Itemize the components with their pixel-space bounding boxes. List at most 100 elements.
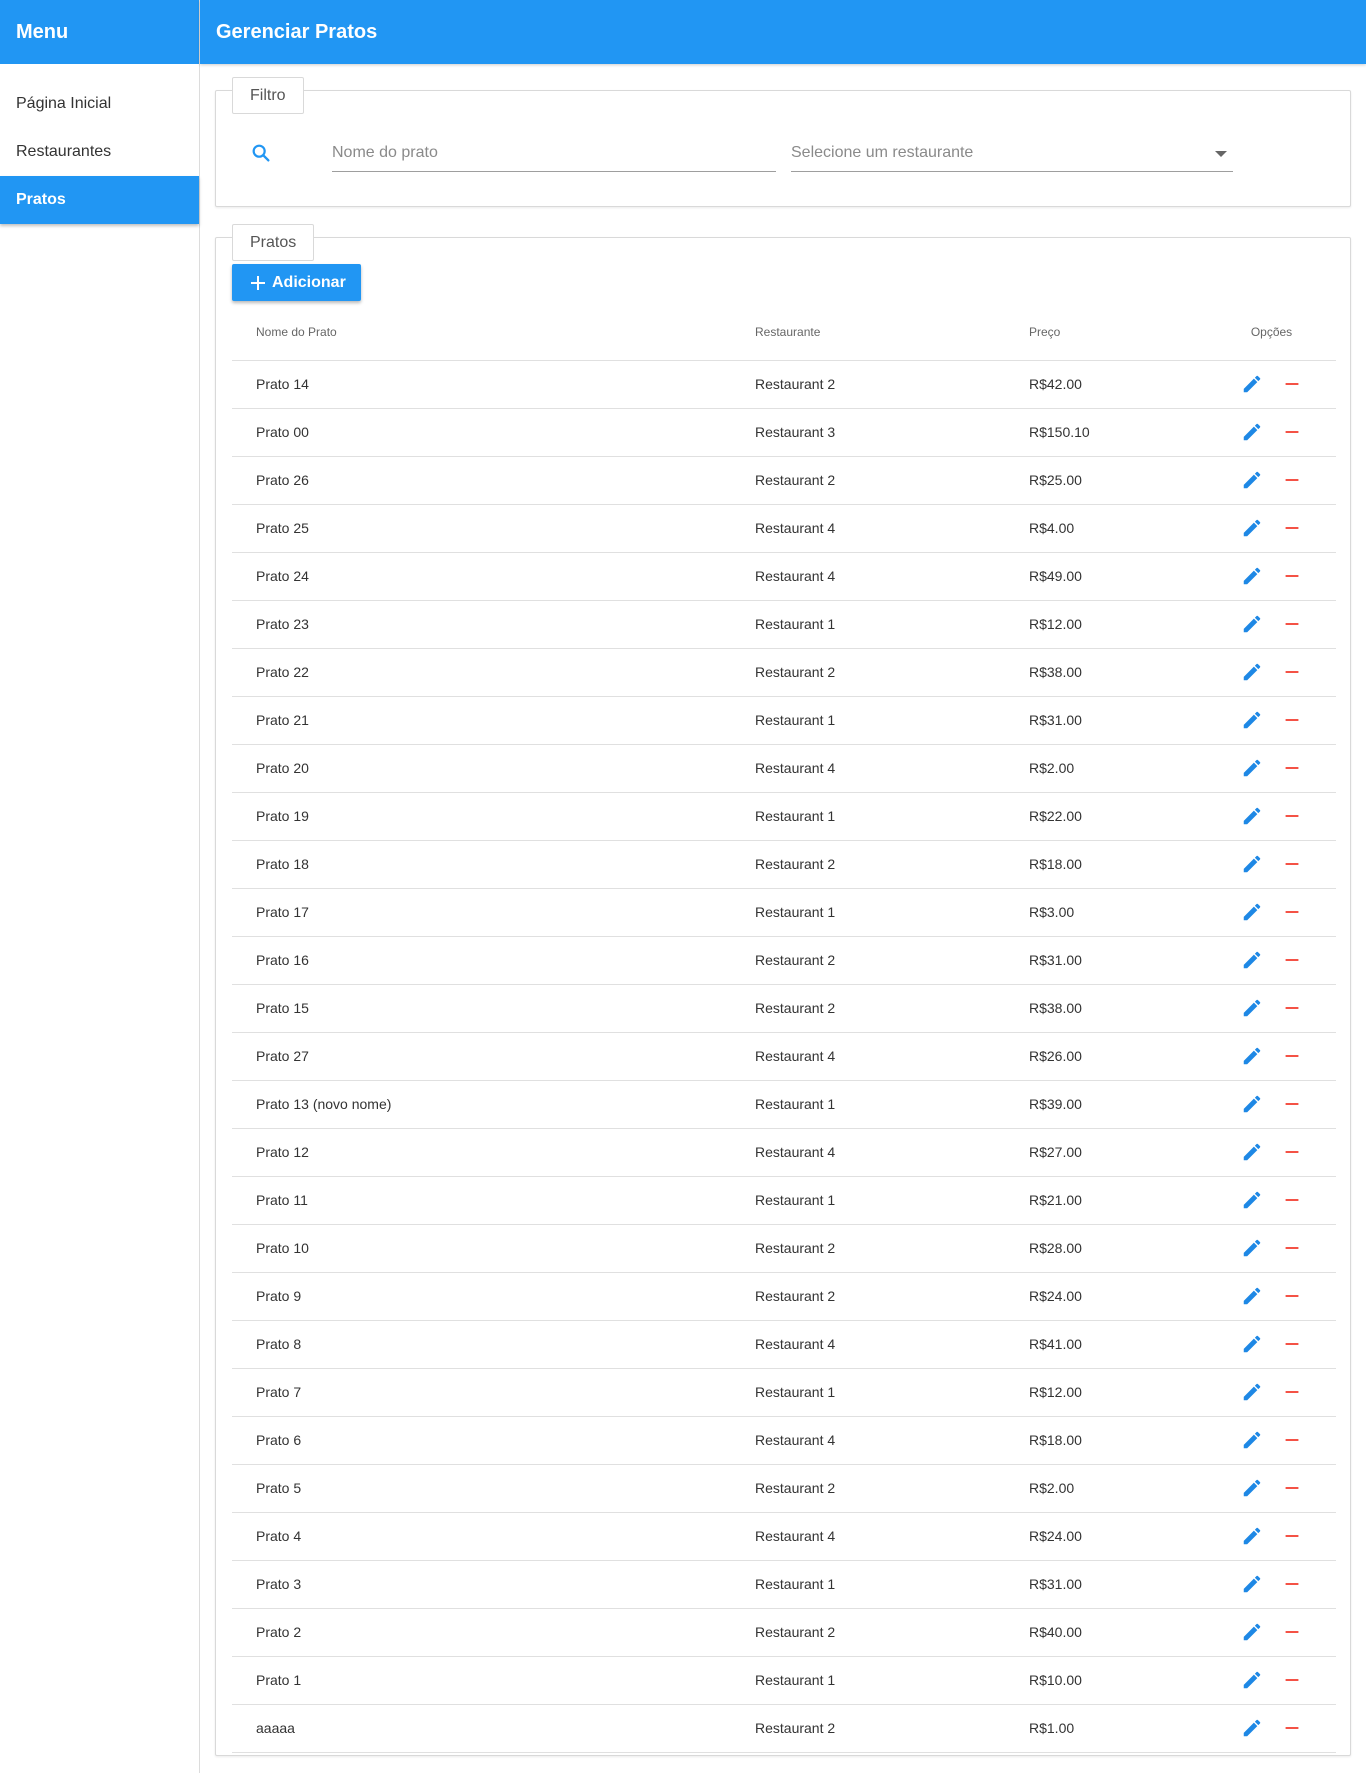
table-row: Prato 9 Restaurant 2 R$24.00: [232, 1272, 1336, 1321]
pencil-icon[interactable]: [1241, 1333, 1263, 1355]
minus-icon[interactable]: [1281, 1381, 1303, 1403]
table-row: Prato 17 Restaurant 1 R$3.00: [232, 888, 1336, 937]
minus-icon[interactable]: [1281, 1669, 1303, 1691]
pencil-icon[interactable]: [1241, 661, 1263, 683]
minus-icon[interactable]: [1281, 805, 1303, 827]
price-cell: R$24.00: [1029, 1272, 1207, 1321]
options-cell: [1207, 744, 1336, 793]
restaurant-cell: Restaurant 4: [755, 1032, 1029, 1081]
sidebar-item-dishes[interactable]: Pratos: [0, 176, 199, 224]
options-cell: [1207, 600, 1336, 649]
column-header-restaurant[interactable]: Restaurante: [755, 304, 1029, 361]
sidebar-item-restaurants[interactable]: Restaurantes: [0, 128, 199, 176]
options-cell: [1207, 456, 1336, 505]
minus-icon[interactable]: [1281, 997, 1303, 1019]
row-actions: [1207, 613, 1336, 635]
column-header-price[interactable]: Preço: [1029, 304, 1207, 361]
dishes-table: Nome do Prato Restaurante Preço Opções P…: [232, 304, 1336, 1753]
column-header-options: Opções: [1207, 304, 1336, 361]
pencil-icon[interactable]: [1241, 949, 1263, 971]
pencil-icon[interactable]: [1241, 373, 1263, 395]
minus-icon[interactable]: [1281, 565, 1303, 587]
pencil-icon[interactable]: [1241, 1429, 1263, 1451]
dish-name-cell: Prato 19: [232, 792, 755, 841]
minus-icon[interactable]: [1281, 1525, 1303, 1547]
minus-icon[interactable]: [1281, 949, 1303, 971]
pencil-icon[interactable]: [1241, 469, 1263, 491]
minus-icon[interactable]: [1281, 1621, 1303, 1643]
pencil-icon[interactable]: [1241, 613, 1263, 635]
pencil-icon[interactable]: [1241, 421, 1263, 443]
dish-name-cell: Prato 11: [232, 1176, 755, 1225]
table-row: Prato 5 Restaurant 2 R$2.00: [232, 1464, 1336, 1513]
pencil-icon[interactable]: [1241, 1237, 1263, 1259]
pencil-icon[interactable]: [1241, 709, 1263, 731]
minus-icon[interactable]: [1281, 1093, 1303, 1115]
restaurant-select[interactable]: Selecione um restaurante: [791, 138, 1233, 172]
restaurant-cell: Restaurant 2: [755, 648, 1029, 697]
pencil-icon[interactable]: [1241, 1477, 1263, 1499]
minus-icon[interactable]: [1281, 1141, 1303, 1163]
pencil-icon[interactable]: [1241, 853, 1263, 875]
minus-icon[interactable]: [1281, 613, 1303, 635]
minus-icon[interactable]: [1281, 661, 1303, 683]
table-row: Prato 6 Restaurant 4 R$18.00: [232, 1416, 1336, 1465]
table-row: Prato 25 Restaurant 4 R$4.00: [232, 504, 1336, 553]
pencil-icon[interactable]: [1241, 565, 1263, 587]
table-row: Prato 12 Restaurant 4 R$27.00: [232, 1128, 1336, 1177]
table-row: Prato 18 Restaurant 2 R$18.00: [232, 840, 1336, 889]
pencil-icon[interactable]: [1241, 1381, 1263, 1403]
dish-name-input[interactable]: [332, 138, 776, 168]
pencil-icon[interactable]: [1241, 517, 1263, 539]
price-cell: R$31.00: [1029, 1560, 1207, 1609]
row-actions: [1207, 1717, 1336, 1739]
minus-icon[interactable]: [1281, 1573, 1303, 1595]
dish-name-cell: Prato 22: [232, 648, 755, 697]
dish-name-cell: Prato 2: [232, 1608, 755, 1657]
minus-icon[interactable]: [1281, 469, 1303, 491]
minus-icon[interactable]: [1281, 1045, 1303, 1067]
pencil-icon[interactable]: [1241, 805, 1263, 827]
minus-icon[interactable]: [1281, 1429, 1303, 1451]
pencil-icon[interactable]: [1241, 1669, 1263, 1691]
minus-icon[interactable]: [1281, 1477, 1303, 1499]
row-actions: [1207, 1237, 1336, 1259]
minus-icon[interactable]: [1281, 1237, 1303, 1259]
sidebar-item-home[interactable]: Página Inicial: [0, 80, 199, 128]
pencil-icon[interactable]: [1241, 1285, 1263, 1307]
minus-icon[interactable]: [1281, 373, 1303, 395]
minus-icon[interactable]: [1281, 1333, 1303, 1355]
pencil-icon[interactable]: [1241, 1525, 1263, 1547]
dish-name-cell: Prato 27: [232, 1032, 755, 1081]
column-header-name[interactable]: Nome do Prato: [232, 304, 755, 361]
pencil-icon[interactable]: [1241, 1189, 1263, 1211]
options-cell: [1207, 1704, 1336, 1753]
pencil-icon[interactable]: [1241, 901, 1263, 923]
add-dish-button[interactable]: Adicionar: [232, 264, 361, 301]
restaurant-cell: Restaurant 4: [755, 1512, 1029, 1561]
minus-icon[interactable]: [1281, 1285, 1303, 1307]
pencil-icon[interactable]: [1241, 1141, 1263, 1163]
sidebar-nav: Página Inicial Restaurantes Pratos: [0, 80, 199, 224]
row-actions: [1207, 997, 1336, 1019]
minus-icon[interactable]: [1281, 709, 1303, 731]
pencil-icon[interactable]: [1241, 1621, 1263, 1643]
caret-down-icon: [1215, 151, 1227, 157]
plus-icon: [251, 275, 265, 290]
minus-icon[interactable]: [1281, 1717, 1303, 1739]
pencil-icon[interactable]: [1241, 1573, 1263, 1595]
minus-icon[interactable]: [1281, 901, 1303, 923]
minus-icon[interactable]: [1281, 757, 1303, 779]
pencil-icon[interactable]: [1241, 1045, 1263, 1067]
pencil-icon[interactable]: [1241, 1093, 1263, 1115]
dish-name-cell: Prato 4: [232, 1512, 755, 1561]
pencil-icon[interactable]: [1241, 997, 1263, 1019]
minus-icon[interactable]: [1281, 853, 1303, 875]
minus-icon[interactable]: [1281, 421, 1303, 443]
minus-icon[interactable]: [1281, 1189, 1303, 1211]
row-actions: [1207, 949, 1336, 971]
minus-icon[interactable]: [1281, 517, 1303, 539]
pencil-icon[interactable]: [1241, 757, 1263, 779]
pencil-icon[interactable]: [1241, 1717, 1263, 1739]
search-icon[interactable]: [250, 142, 272, 164]
